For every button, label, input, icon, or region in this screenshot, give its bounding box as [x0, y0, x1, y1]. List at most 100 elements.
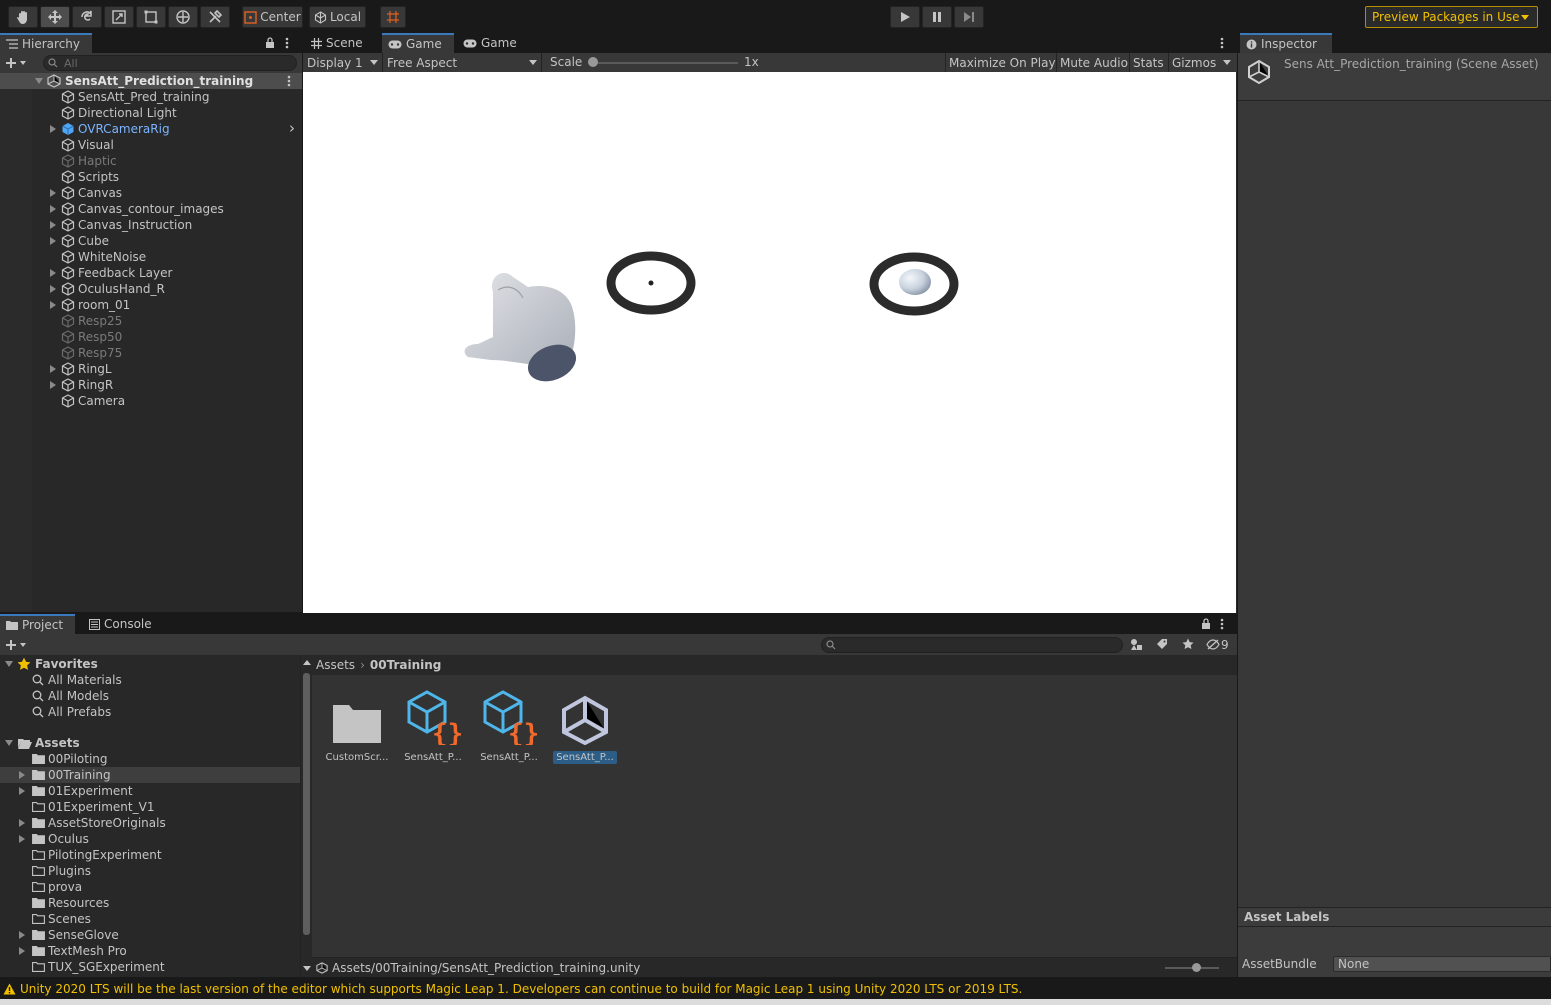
expand-arrow-icon[interactable]: [50, 205, 56, 213]
expand-arrow-icon[interactable]: [50, 125, 56, 133]
asset-item[interactable]: {} SensAtt_P...: [398, 685, 468, 764]
expand-arrow-icon[interactable]: [50, 189, 56, 197]
expand-arrow-icon[interactable]: [50, 365, 56, 373]
favorite-item[interactable]: All Models: [0, 688, 300, 704]
hierarchy-item[interactable]: Directional Light: [0, 105, 300, 121]
hierarchy-item[interactable]: Camera: [0, 393, 300, 409]
tab-project[interactable]: Project: [0, 614, 75, 634]
favorites-row[interactable]: Favorites: [0, 656, 300, 672]
create-dropdown[interactable]: [5, 55, 33, 71]
breadcrumb-item[interactable]: 00Training: [370, 658, 441, 672]
prefab-open-icon[interactable]: ›: [289, 119, 295, 137]
hand-tool-button[interactable]: [8, 6, 38, 28]
scroll-up-icon[interactable]: [303, 660, 311, 665]
tab-game-1[interactable]: Game: [382, 33, 454, 53]
preview-packages-button[interactable]: Preview Packages in Use: [1365, 6, 1538, 28]
hierarchy-item[interactable]: Canvas_contour_images: [0, 201, 300, 217]
tab-hierarchy[interactable]: Hierarchy: [0, 33, 92, 53]
folder-item[interactable]: TextMesh Pro: [0, 943, 300, 959]
hierarchy-item[interactable]: OVRCameraRig ›: [0, 119, 300, 137]
expand-arrow-icon[interactable]: [50, 221, 56, 229]
folder-item[interactable]: 00Piloting: [0, 751, 300, 767]
folder-item[interactable]: 01Experiment: [0, 783, 300, 799]
tab-inspector[interactable]: Inspector: [1240, 33, 1332, 53]
hierarchy-item[interactable]: OculusHand_R: [0, 281, 300, 297]
pause-button[interactable]: [922, 6, 952, 28]
custom-tools-button[interactable]: [200, 6, 230, 28]
expand-arrow-icon[interactable]: [50, 269, 56, 277]
hierarchy-item[interactable]: Canvas: [0, 185, 300, 201]
expand-arrow-icon[interactable]: [19, 787, 25, 795]
favorite-star-icon[interactable]: [1182, 638, 1194, 650]
icon-size-slider-thumb[interactable]: [1192, 963, 1201, 972]
folder-item[interactable]: TUX_SGExperiment: [0, 959, 300, 975]
hierarchy-item[interactable]: WhiteNoise: [0, 249, 300, 265]
expand-arrow-icon[interactable]: [50, 285, 56, 293]
hierarchy-item[interactable]: Haptic: [0, 153, 300, 169]
hierarchy-item[interactable]: Resp25: [0, 313, 300, 329]
status-bar[interactable]: Unity 2020 LTS will be the last version …: [0, 978, 1551, 999]
hidden-packages-toggle[interactable]: 9: [1206, 636, 1229, 653]
kebab-menu-icon[interactable]: [285, 37, 289, 49]
scale-tool-button[interactable]: [104, 6, 134, 28]
pivot-mode-toggle[interactable]: Center: [242, 6, 303, 28]
transform-tool-button[interactable]: [168, 6, 198, 28]
project-search-input[interactable]: [821, 637, 1123, 653]
expand-arrow-icon[interactable]: [19, 819, 25, 827]
search-by-type-icon[interactable]: [1130, 638, 1143, 651]
game-render[interactable]: [303, 72, 1236, 613]
play-button[interactable]: [890, 6, 920, 28]
hierarchy-item[interactable]: Visual: [0, 137, 300, 153]
label-tag-icon[interactable]: [1156, 638, 1168, 650]
folder-item[interactable]: Plugins: [0, 863, 300, 879]
rect-tool-button[interactable]: [136, 6, 166, 28]
folder-item[interactable]: Scenes: [0, 911, 300, 927]
favorite-item[interactable]: All Materials: [0, 672, 300, 688]
folder-item[interactable]: 01Experiment_V1: [0, 799, 300, 815]
folder-item[interactable]: Oculus: [0, 831, 300, 847]
kebab-menu-icon[interactable]: [1220, 37, 1224, 49]
hierarchy-item[interactable]: Feedback Layer: [0, 265, 300, 281]
hierarchy-item[interactable]: Resp75: [0, 345, 300, 361]
expand-arrow-icon[interactable]: [19, 947, 25, 955]
scrollbar-thumb[interactable]: [303, 673, 310, 935]
breadcrumb-item[interactable]: Assets: [316, 658, 355, 672]
asset-item[interactable]: SensAtt_P...: [550, 685, 620, 764]
hierarchy-item[interactable]: Scripts: [0, 169, 300, 185]
maximize-on-play-toggle[interactable]: Maximize On Play: [945, 53, 1059, 72]
folder-tree-scrollbar[interactable]: [300, 655, 312, 977]
rotate-tool-button[interactable]: [72, 6, 102, 28]
assets-root-row[interactable]: Assets: [0, 735, 300, 751]
hierarchy-item[interactable]: Resp50: [0, 329, 300, 345]
folder-item[interactable]: Resources: [0, 895, 300, 911]
lock-icon[interactable]: [1201, 618, 1211, 629]
hierarchy-item[interactable]: RingR: [0, 377, 300, 393]
expand-arrow-icon[interactable]: [50, 381, 56, 389]
kebab-menu-icon[interactable]: [287, 75, 291, 87]
folder-item[interactable]: AssetStoreOriginals: [0, 815, 300, 831]
aspect-dropdown[interactable]: Free Aspect: [384, 53, 542, 72]
create-dropdown[interactable]: [5, 637, 33, 653]
folder-item[interactable]: 00Training: [0, 767, 300, 783]
kebab-menu-icon[interactable]: [1220, 618, 1224, 630]
expand-arrow-icon[interactable]: [50, 237, 56, 245]
hierarchy-item[interactable]: room_01: [0, 297, 300, 313]
display-dropdown[interactable]: Display 1: [303, 53, 383, 72]
favorite-item[interactable]: All Prefabs: [0, 704, 300, 720]
tab-scene[interactable]: Scene: [305, 33, 379, 53]
expand-arrow-icon[interactable]: [50, 301, 56, 309]
pivot-rotation-toggle[interactable]: Local: [309, 6, 366, 28]
expand-arrow-icon[interactable]: [19, 931, 25, 939]
scale-slider-thumb[interactable]: [588, 57, 598, 67]
folder-item[interactable]: PilotingExperiment: [0, 847, 300, 863]
assetbundle-dropdown[interactable]: None: [1333, 956, 1551, 972]
tab-console[interactable]: Console: [83, 614, 163, 634]
hierarchy-item[interactable]: SensAtt_Pred_training: [0, 89, 300, 105]
asset-labels-header[interactable]: Asset Labels: [1238, 907, 1551, 927]
mute-audio-toggle[interactable]: Mute Audio: [1056, 53, 1131, 72]
asset-item[interactable]: CustomScr...: [322, 685, 392, 764]
lock-icon[interactable]: [265, 37, 275, 48]
move-tool-button[interactable]: [40, 6, 70, 28]
hierarchy-search-input[interactable]: All: [43, 55, 297, 71]
hierarchy-item[interactable]: RingL: [0, 361, 300, 377]
